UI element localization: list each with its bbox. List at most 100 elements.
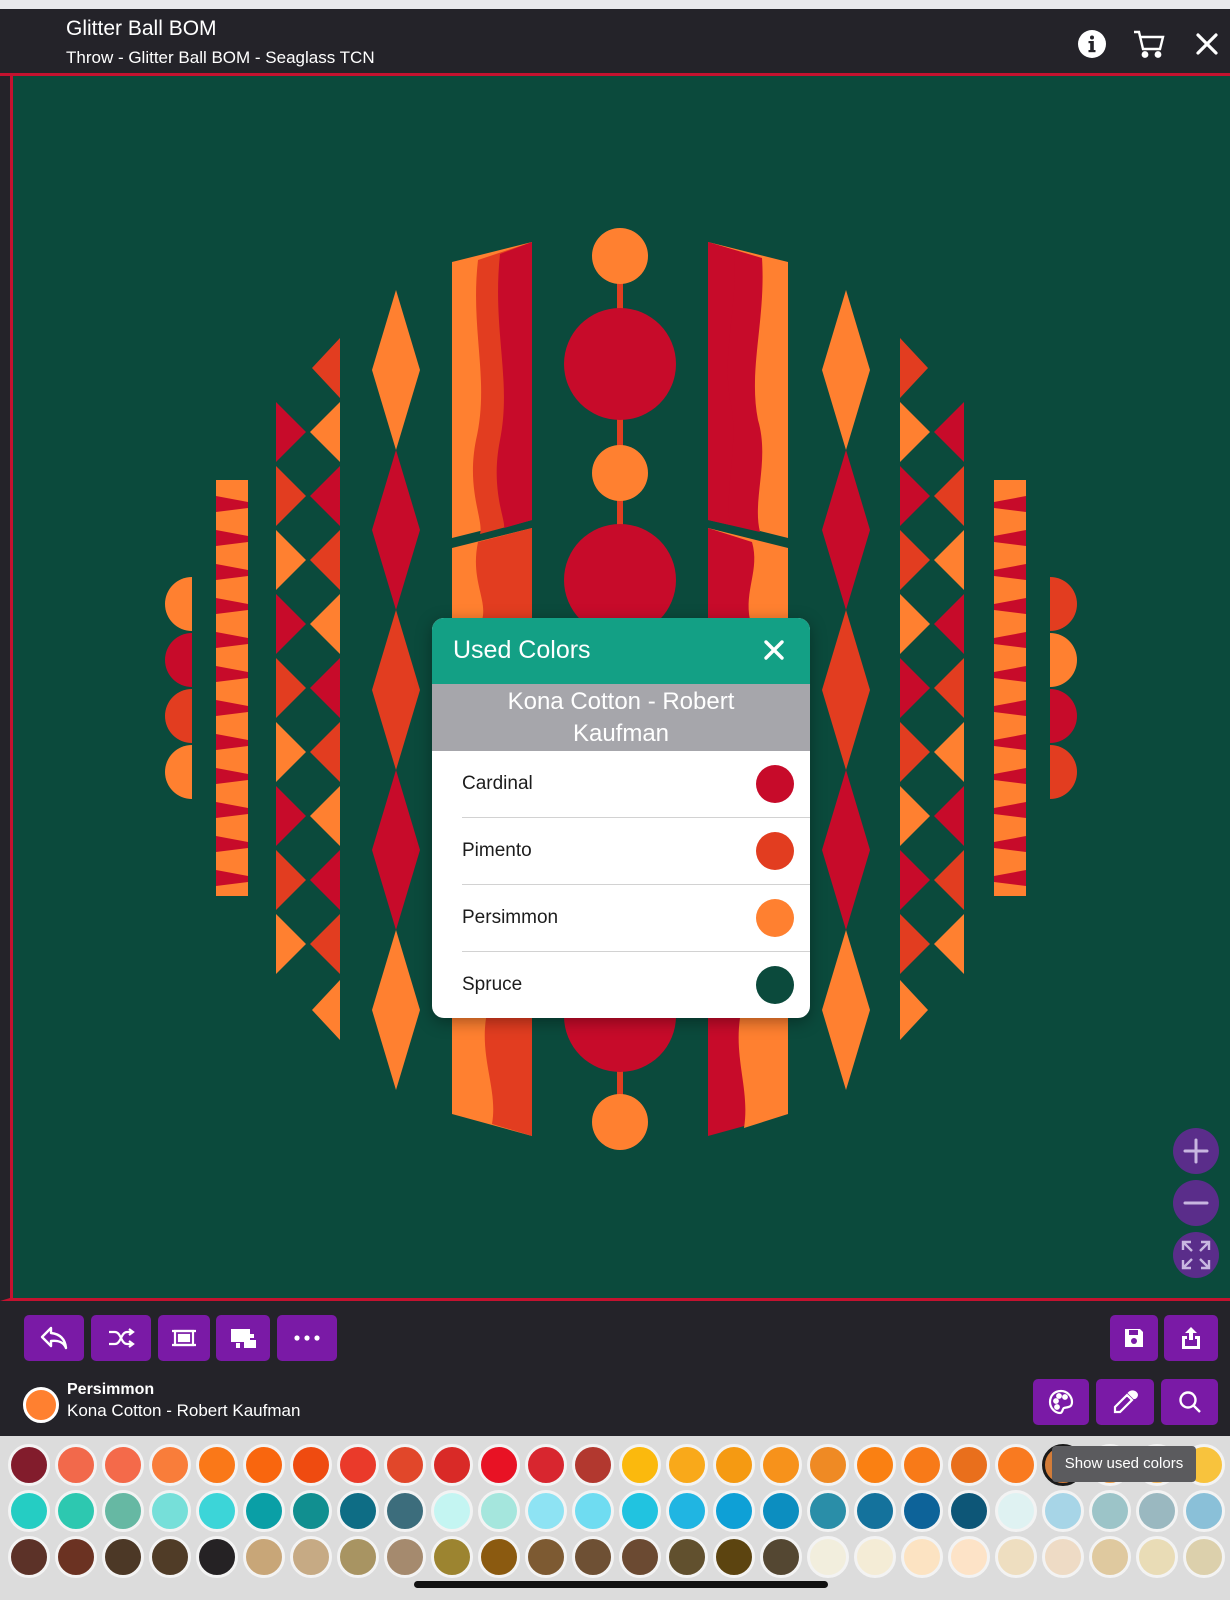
palette-swatch[interactable] bbox=[807, 1490, 849, 1532]
palette-swatch[interactable] bbox=[55, 1444, 97, 1486]
fit-screen-button[interactable] bbox=[1173, 1232, 1219, 1278]
palette-swatch[interactable] bbox=[1042, 1490, 1084, 1532]
undo-button[interactable] bbox=[24, 1315, 84, 1361]
palette-swatch[interactable] bbox=[713, 1444, 755, 1486]
palette-swatch[interactable] bbox=[196, 1444, 238, 1486]
more-button[interactable] bbox=[277, 1315, 337, 1361]
palette-swatch[interactable] bbox=[760, 1536, 802, 1578]
palette-swatch[interactable] bbox=[901, 1444, 943, 1486]
palette-swatch[interactable] bbox=[8, 1536, 50, 1578]
palette-swatch[interactable] bbox=[149, 1490, 191, 1532]
share-button[interactable] bbox=[1164, 1315, 1218, 1361]
display-button[interactable] bbox=[216, 1315, 270, 1361]
palette-swatch[interactable] bbox=[337, 1444, 379, 1486]
palette-swatch[interactable] bbox=[854, 1536, 896, 1578]
show-used-colors-tooltip[interactable]: Show used colors bbox=[1052, 1446, 1196, 1482]
color-row[interactable]: Pimento bbox=[432, 818, 810, 885]
palette-swatch[interactable] bbox=[102, 1444, 144, 1486]
palette-swatch[interactable] bbox=[901, 1536, 943, 1578]
shuffle-button[interactable] bbox=[91, 1315, 151, 1361]
palette-swatch[interactable] bbox=[572, 1490, 614, 1532]
palette-swatch[interactable] bbox=[1183, 1536, 1225, 1578]
palette-swatch[interactable] bbox=[478, 1536, 520, 1578]
palette-swatch[interactable] bbox=[760, 1444, 802, 1486]
palette-swatch[interactable] bbox=[337, 1536, 379, 1578]
info-icon[interactable] bbox=[1073, 25, 1111, 63]
palette-swatch[interactable] bbox=[243, 1536, 285, 1578]
palette-swatch[interactable] bbox=[854, 1490, 896, 1532]
palette-swatch[interactable] bbox=[1042, 1536, 1084, 1578]
search-button[interactable] bbox=[1161, 1379, 1218, 1425]
palette-swatch[interactable] bbox=[619, 1536, 661, 1578]
zoom-out-button[interactable] bbox=[1173, 1180, 1219, 1226]
palette-swatch[interactable] bbox=[619, 1444, 661, 1486]
cart-icon[interactable] bbox=[1130, 25, 1168, 63]
palette-swatch[interactable] bbox=[290, 1444, 332, 1486]
palette-swatch[interactable] bbox=[995, 1536, 1037, 1578]
palette-swatch[interactable] bbox=[290, 1490, 332, 1532]
palette-swatch[interactable] bbox=[713, 1490, 755, 1532]
palette-swatch[interactable] bbox=[196, 1490, 238, 1532]
eyedropper-button[interactable] bbox=[1096, 1379, 1154, 1425]
color-name: Pimento bbox=[462, 840, 532, 861]
undo-icon bbox=[40, 1326, 68, 1350]
palette-swatch[interactable] bbox=[572, 1444, 614, 1486]
palette-swatch[interactable] bbox=[478, 1444, 520, 1486]
palette-swatch[interactable] bbox=[854, 1444, 896, 1486]
color-row[interactable]: Spruce bbox=[432, 952, 810, 1018]
palette-swatch[interactable] bbox=[807, 1536, 849, 1578]
palette-swatch[interactable] bbox=[102, 1536, 144, 1578]
palette-swatch[interactable] bbox=[8, 1490, 50, 1532]
palette-swatch[interactable] bbox=[666, 1444, 708, 1486]
palette-swatch[interactable] bbox=[384, 1444, 426, 1486]
palette-swatch[interactable] bbox=[525, 1444, 567, 1486]
color-row[interactable]: Cardinal bbox=[432, 751, 810, 818]
close-icon[interactable] bbox=[1188, 25, 1226, 63]
palette-swatch[interactable] bbox=[384, 1536, 426, 1578]
color-palette-button[interactable] bbox=[1033, 1379, 1089, 1425]
palette-swatch[interactable] bbox=[431, 1490, 473, 1532]
palette-swatch[interactable] bbox=[901, 1490, 943, 1532]
save-button[interactable] bbox=[1110, 1315, 1158, 1361]
palette-swatch[interactable] bbox=[55, 1490, 97, 1532]
palette-swatch[interactable] bbox=[431, 1444, 473, 1486]
palette-swatch[interactable] bbox=[8, 1444, 50, 1486]
palette-swatch[interactable] bbox=[243, 1490, 285, 1532]
palette-swatch[interactable] bbox=[948, 1444, 990, 1486]
color-row[interactable]: Persimmon bbox=[432, 885, 810, 952]
palette-swatch[interactable] bbox=[1183, 1490, 1225, 1532]
palette-swatch[interactable] bbox=[1136, 1536, 1178, 1578]
palette-swatch[interactable] bbox=[760, 1490, 802, 1532]
palette-swatch[interactable] bbox=[995, 1444, 1037, 1486]
palette-swatch[interactable] bbox=[619, 1490, 661, 1532]
palette-swatch[interactable] bbox=[149, 1444, 191, 1486]
palette-swatch[interactable] bbox=[948, 1536, 990, 1578]
palette-swatch[interactable] bbox=[995, 1490, 1037, 1532]
close-dialog-button[interactable] bbox=[758, 634, 790, 666]
color-name: Spruce bbox=[462, 974, 523, 995]
palette-swatch[interactable] bbox=[1089, 1490, 1131, 1532]
palette-swatch[interactable] bbox=[102, 1490, 144, 1532]
palette-swatch[interactable] bbox=[572, 1536, 614, 1578]
palette-swatch[interactable] bbox=[337, 1490, 379, 1532]
palette-swatch[interactable] bbox=[431, 1536, 473, 1578]
palette-swatch[interactable] bbox=[243, 1444, 285, 1486]
palette-swatch[interactable] bbox=[948, 1490, 990, 1532]
palette-swatch[interactable] bbox=[290, 1536, 332, 1578]
palette-swatch[interactable] bbox=[149, 1536, 191, 1578]
palette-swatch[interactable] bbox=[525, 1490, 567, 1532]
palette-swatch[interactable] bbox=[713, 1536, 755, 1578]
palette-swatch[interactable] bbox=[525, 1536, 567, 1578]
palette-swatch[interactable] bbox=[478, 1490, 520, 1532]
palette-swatch[interactable] bbox=[807, 1444, 849, 1486]
frame-button[interactable] bbox=[158, 1315, 210, 1361]
palette-swatch[interactable] bbox=[1089, 1536, 1131, 1578]
palette-swatch[interactable] bbox=[384, 1490, 426, 1532]
palette-swatch[interactable] bbox=[666, 1536, 708, 1578]
zoom-in-button[interactable] bbox=[1173, 1128, 1219, 1174]
palette-swatch[interactable] bbox=[1136, 1490, 1178, 1532]
palette-swatch[interactable] bbox=[666, 1490, 708, 1532]
palette-swatch[interactable] bbox=[196, 1536, 238, 1578]
fabric-palette bbox=[0, 1436, 1230, 1600]
palette-swatch[interactable] bbox=[55, 1536, 97, 1578]
